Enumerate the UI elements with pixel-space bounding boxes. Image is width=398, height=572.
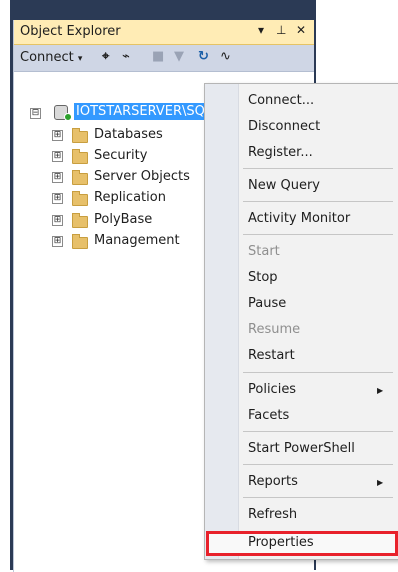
tree-node-label: Server Objects (94, 169, 190, 184)
menu-item-reports[interactable]: Reports (248, 474, 298, 489)
tree-node-label: Databases (94, 127, 163, 142)
menu-item-refresh[interactable]: Refresh (248, 507, 297, 522)
menu-item-connect[interactable]: Connect... (248, 93, 314, 108)
menu-item-stop[interactable]: Stop (248, 270, 278, 285)
menu-separator (243, 497, 393, 498)
tree-node-management[interactable]: ⊞ Management (14, 233, 214, 251)
expand-icon[interactable]: ⊞ (52, 151, 63, 162)
refresh-icon[interactable]: ↻ (198, 49, 209, 64)
panel-title: Object Explorer (20, 24, 121, 39)
menu-item-properties[interactable]: Properties (248, 535, 314, 550)
folder-icon (72, 170, 88, 185)
menu-icon-gutter (205, 84, 239, 559)
connect-button-label: Connect (20, 50, 74, 65)
stop-icon[interactable]: ■ (152, 49, 164, 64)
collapse-icon[interactable]: ⊟ (30, 108, 41, 119)
menu-item-register[interactable]: Register... (248, 145, 313, 160)
tree-node-databases[interactable]: ⊞ Databases (14, 127, 214, 145)
menu-item-start[interactable]: Start (248, 244, 280, 259)
menu-item-disconnect[interactable]: Disconnect (248, 119, 320, 134)
expand-icon[interactable]: ⊞ (52, 193, 63, 204)
disconnect-icon[interactable]: ⌁ (122, 49, 130, 64)
filter-icon[interactable]: ▼ (174, 49, 184, 64)
menu-item-resume[interactable]: Resume (248, 322, 300, 337)
folder-icon (72, 213, 88, 228)
folder-icon (72, 149, 88, 164)
connect-button[interactable]: Connect ▾ (20, 50, 82, 65)
tree-node-server-objects[interactable]: ⊞ Server Objects (14, 169, 214, 187)
menu-item-policies[interactable]: Policies (248, 382, 296, 397)
tree-node-polybase[interactable]: ⊞ PolyBase (14, 212, 214, 230)
status-icon (64, 113, 72, 121)
connect-icon[interactable]: ⌖ (102, 49, 109, 64)
menu-separator (243, 201, 393, 202)
menu-separator (243, 168, 393, 169)
chevron-down-icon: ▾ (77, 54, 83, 64)
submenu-arrow-icon: ▶ (377, 386, 384, 395)
expand-icon[interactable]: ⊞ (52, 130, 63, 141)
menu-separator (243, 372, 393, 373)
expand-icon[interactable]: ⊞ (52, 236, 63, 247)
menu-item-activity-monitor[interactable]: Activity Monitor (248, 211, 350, 226)
menu-item-restart[interactable]: Restart (248, 348, 295, 363)
expand-icon[interactable]: ⊞ (52, 172, 63, 183)
object-explorer-toolbar: Connect ▾ ⌖ ⌁ ■ ▼ ↻ ∿ (14, 45, 314, 72)
submenu-arrow-icon: ▶ (377, 478, 384, 487)
menu-item-start-powershell[interactable]: Start PowerShell (248, 441, 355, 456)
close-icon[interactable]: ✕ (296, 23, 306, 37)
menu-separator (243, 234, 393, 235)
panel-titlebar: Object Explorer ▾ ⊥ ✕ (14, 20, 314, 45)
folder-icon (72, 191, 88, 206)
menu-item-pause[interactable]: Pause (248, 296, 286, 311)
tree-node-label: Security (94, 148, 148, 163)
tree-node-replication[interactable]: ⊞ Replication (14, 190, 214, 208)
context-menu: Connect... Disconnect Register... New Qu… (204, 83, 398, 560)
tree-node-label: Replication (94, 190, 166, 205)
pin-icon[interactable]: ⊥ (276, 23, 286, 37)
expand-icon[interactable]: ⊞ (52, 215, 63, 226)
menu-separator (243, 464, 393, 465)
tree-node-label: Management (94, 233, 180, 248)
activity-monitor-icon[interactable]: ∿ (220, 49, 231, 64)
menu-item-facets[interactable]: Facets (248, 408, 289, 423)
folder-icon (72, 234, 88, 249)
tree-node-security[interactable]: ⊞ Security (14, 148, 214, 166)
menu-item-new-query[interactable]: New Query (248, 178, 320, 193)
tree-node-label: PolyBase (94, 212, 153, 227)
menu-separator (243, 431, 393, 432)
panel-dropdown-icon[interactable]: ▾ (258, 23, 264, 37)
folder-icon (72, 128, 88, 143)
